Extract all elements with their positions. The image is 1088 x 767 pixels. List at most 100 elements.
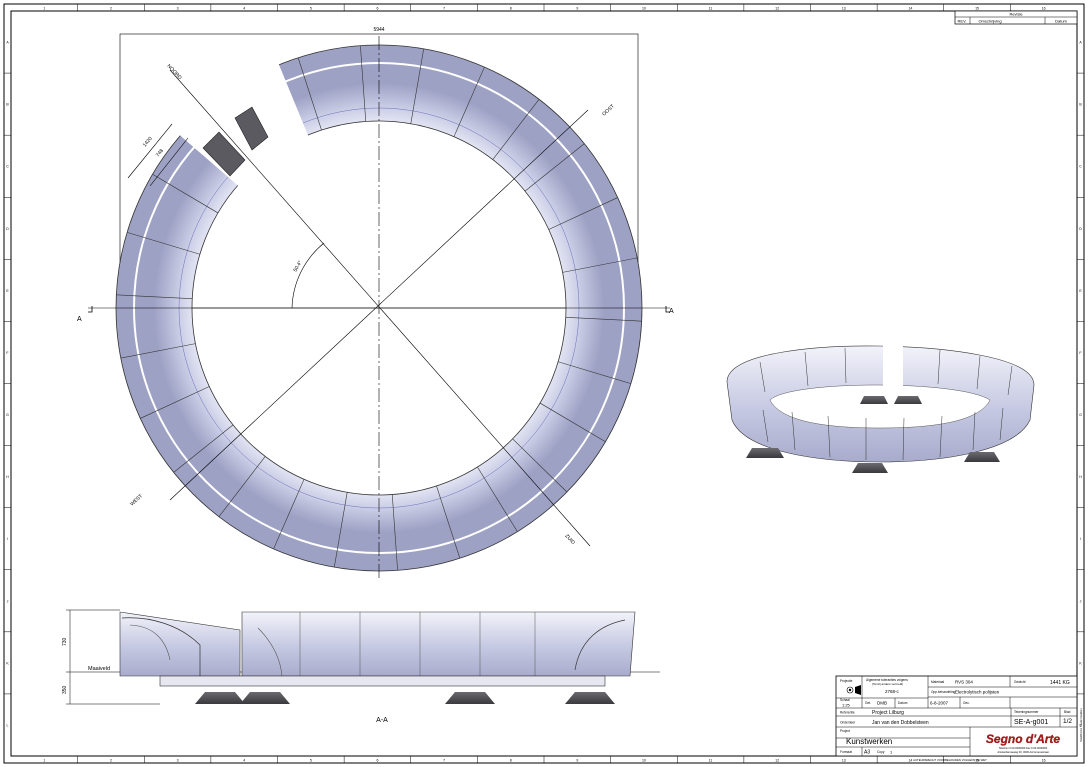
border-row-letter: H	[1079, 475, 1082, 479]
border-col-number: 9	[576, 7, 578, 11]
tb-reference-label: Referentie	[840, 711, 855, 715]
border-col-number: 4	[243, 7, 245, 11]
border-row-letter: J	[1080, 599, 1082, 603]
tb-subject-value: Jan van den Dobbelsteen	[872, 720, 929, 726]
tb-project-value: Kunstwerken	[846, 737, 892, 746]
border-col-number: 13	[842, 759, 846, 763]
tb-contact-2: Amsterdamseweg 00, 0000 AA Groenestraat	[997, 750, 1049, 754]
border-col-number: 12	[775, 7, 779, 11]
border-col-number: 15	[975, 7, 979, 11]
border-row-letter: A	[6, 41, 9, 45]
border-row-letter: I	[7, 537, 8, 541]
border-row-letter: H	[6, 475, 9, 479]
tb-subject-label: Onderdeel	[840, 721, 855, 725]
border-col-number: 5	[310, 7, 312, 11]
border-col-number: 13	[842, 7, 846, 11]
iso-foot-1	[746, 448, 784, 458]
border-col-number: 6	[376, 759, 378, 763]
compass-north: NOORD	[166, 63, 183, 81]
border-col-number: 6	[376, 7, 378, 11]
border-col-number: 9	[576, 759, 578, 763]
compass-east: OOST	[601, 103, 615, 117]
technical-drawing: 1122334455667788991010111112121313141415…	[3, 3, 1085, 764]
border-col-number: 8	[510, 7, 512, 11]
tb-material-value: RVS 304	[955, 680, 973, 685]
border-col-number: 3	[177, 759, 179, 763]
tb-copy-label: Copy	[877, 750, 885, 754]
border-row-letter: J	[7, 599, 9, 603]
border-row-letter: D	[1079, 227, 1082, 231]
tb-finish-value: Electrolytisch polijsten	[955, 690, 1000, 695]
tb-scale-label: Schaal	[840, 698, 850, 702]
border-col-number: 12	[775, 759, 779, 763]
section-marker-right: A	[669, 308, 674, 315]
tb-tolerance-value: 2768-c	[885, 689, 900, 694]
border-row-letter: D	[6, 227, 9, 231]
revision-title: Revisie	[1009, 12, 1023, 17]
height-bottom: 350	[62, 685, 68, 694]
tb-checked-label: Gec.	[963, 701, 970, 705]
border-row-letter: B	[6, 103, 9, 107]
tb-projection-label: Projectie	[840, 679, 853, 683]
tb-format-label: Formaat	[840, 750, 852, 754]
border-col-number: 7	[443, 7, 445, 11]
border-row-letter: C	[6, 165, 9, 169]
border-row-letter: E	[6, 289, 9, 293]
section-caption: A-A	[376, 717, 388, 724]
tb-scale: 1:25	[842, 703, 851, 708]
border-col-number: 14	[908, 7, 912, 11]
border-col-number: 4	[243, 759, 245, 763]
border-row-letter: E	[1079, 289, 1082, 293]
border-col-number: 11	[709, 7, 713, 11]
tb-weight-value: 1441 KG	[1050, 680, 1070, 686]
border-col-number: 3	[177, 7, 179, 11]
tb-side-note: SolidWorks Student Edition	[1079, 708, 1083, 742]
title-block: Projectie Schaal 1:25 Algemene toleranti…	[835, 675, 1083, 762]
border-row-letter: I	[1080, 537, 1081, 541]
section-foot-1	[195, 692, 245, 704]
ground-label: Maaiveld	[88, 666, 110, 672]
tb-date-value: 6-8-2007	[930, 701, 949, 706]
border-col-number: 2	[110, 759, 112, 763]
iso-foot-2	[852, 463, 888, 473]
border-row-letter: F	[1079, 351, 1081, 355]
border-col-number: 11	[709, 759, 713, 763]
dimension-overall: 5944	[373, 27, 384, 33]
border-col-number: 2	[110, 7, 112, 11]
border-row-letter: G	[1079, 413, 1082, 417]
height-top: 730	[62, 637, 68, 646]
border-row-letter: F	[6, 351, 8, 355]
dimension-width: 1420	[142, 136, 154, 149]
section-foot-2	[240, 692, 290, 704]
border-row-letter: C	[1079, 165, 1082, 169]
iso-foot-5	[894, 396, 922, 404]
tb-finish-label: Opp.behandeling	[931, 690, 956, 694]
revision-col-date: Datum	[1055, 19, 1067, 24]
border-col-number: 14	[908, 759, 912, 763]
border-col-number: 7	[443, 759, 445, 763]
border-col-number: 8	[510, 759, 512, 763]
tb-sheet-value: 1/2	[1063, 718, 1072, 725]
tb-drawing-no-value: SE-A-g001	[1014, 719, 1048, 726]
iso-foot-4	[860, 396, 888, 404]
border-col-number: 1	[43, 7, 45, 11]
section-marker-left: A	[77, 316, 82, 323]
revision-col-rev: REV.	[958, 19, 967, 24]
border-col-number: 16	[1042, 759, 1046, 763]
border-row-letter: A	[1079, 41, 1082, 45]
company-logo: Segno d'Arte	[986, 732, 1061, 746]
border-row-letter: B	[1079, 103, 1082, 107]
iso-foot-3	[964, 452, 1000, 462]
tb-tolerance-sub: (Tenzij anders vermeld)	[872, 682, 903, 686]
tb-drawn-value: DMB	[877, 701, 887, 706]
border-row-letter: L	[7, 723, 9, 727]
border-col-number: 16	[1042, 7, 1046, 11]
compass-south: ZUID	[564, 533, 577, 546]
tb-drawing-no-label: Tekeningnummer	[1014, 710, 1039, 714]
revision-table: Revisie REV. Omschrijving Datum	[954, 10, 1078, 25]
border-col-number: 1	[43, 759, 45, 763]
border-col-number: 5	[310, 759, 312, 763]
tb-material-label: Materiaal	[931, 680, 944, 684]
tb-drawn-label: Get.	[865, 701, 871, 705]
tb-copyright: AUTEURSRECHT VOORBEHOUDEN VOLGENS DE WET	[913, 758, 987, 762]
